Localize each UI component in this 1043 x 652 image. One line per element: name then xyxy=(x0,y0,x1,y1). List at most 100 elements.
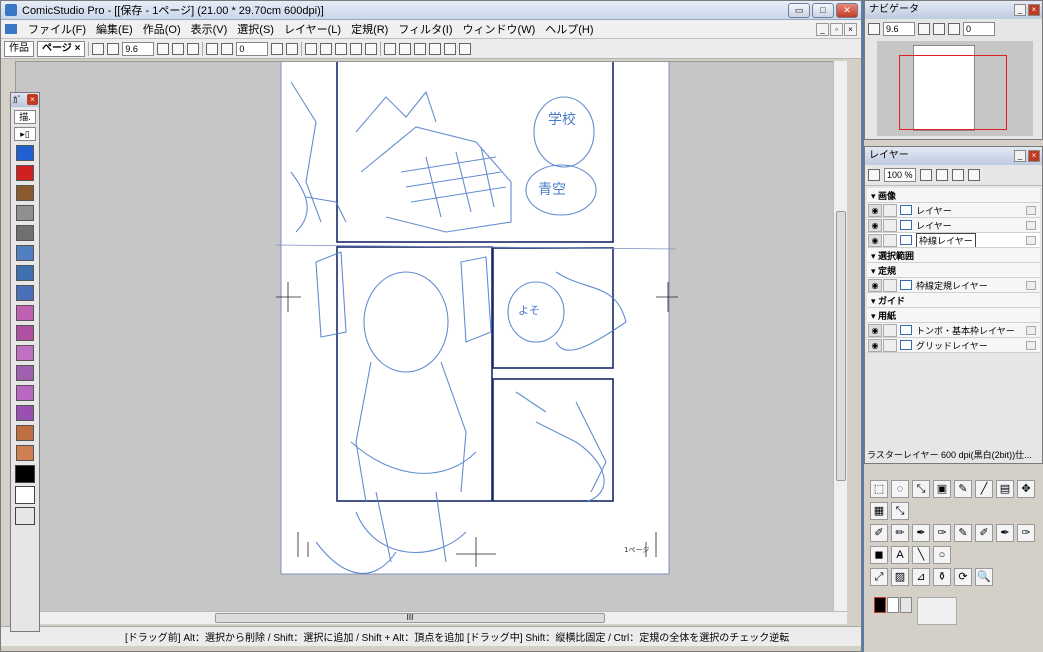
navigator-preview[interactable] xyxy=(877,41,1033,136)
rotate-right-icon[interactable] xyxy=(221,42,234,55)
snap-frame-icon[interactable] xyxy=(350,42,363,55)
layer-opacity-input[interactable]: 100 % xyxy=(884,168,916,182)
pen-preset[interactable] xyxy=(16,345,34,361)
visibility-eye-icon[interactable]: ◉ xyxy=(868,203,882,217)
tool-button[interactable]: ▨ xyxy=(891,568,909,586)
zoom-out-icon[interactable] xyxy=(187,42,200,55)
pen-preset[interactable] xyxy=(16,225,34,241)
navigator-close-icon[interactable]: × xyxy=(1028,4,1040,16)
delete-layer-icon[interactable] xyxy=(952,169,964,181)
document-icon[interactable] xyxy=(5,24,17,34)
color-swatch[interactable] xyxy=(15,507,35,525)
tool-button[interactable]: ◼ xyxy=(870,546,888,564)
tool-button[interactable]: ✒ xyxy=(996,524,1014,542)
pen-preset[interactable] xyxy=(16,365,34,381)
tool-button[interactable]: A xyxy=(891,546,909,564)
palette-menu-icon[interactable]: ▸▯ xyxy=(14,127,36,141)
canvas-area[interactable]: 学校 青空 よそ 1ページ xyxy=(15,61,847,612)
ruler-icon[interactable] xyxy=(444,42,457,55)
pen-icon[interactable] xyxy=(384,42,397,55)
manuscript-page[interactable]: 学校 青空 よそ 1ページ xyxy=(16,62,847,612)
tool-button[interactable]: ▤ xyxy=(996,480,1014,498)
transparent-swatch[interactable] xyxy=(900,597,912,613)
layer-minimize-icon[interactable]: _ xyxy=(1014,150,1026,162)
main-color-swatch[interactable] xyxy=(874,597,886,613)
nav-fit-icon[interactable] xyxy=(868,23,880,35)
mdi-minimize-button[interactable]: _ xyxy=(816,23,829,36)
selection-icon[interactable] xyxy=(365,42,378,55)
tool-button[interactable]: 🔍 xyxy=(975,568,993,586)
tool-button[interactable]: ⤡ xyxy=(912,480,930,498)
new-folder-icon[interactable] xyxy=(936,169,948,181)
tool-button[interactable]: ▣ xyxy=(933,480,951,498)
minimize-button[interactable]: ▭ xyxy=(788,3,810,18)
layer-row[interactable]: ◉ 枠線レイヤー xyxy=(867,233,1040,248)
layer-option-icon[interactable] xyxy=(1026,205,1036,215)
layer-row[interactable]: ◉ 枠線定規レイヤー xyxy=(867,278,1040,293)
tool-button[interactable]: ⚱ xyxy=(933,568,951,586)
layer-lock-icon[interactable] xyxy=(883,203,897,217)
menu-filter[interactable]: フィルタ(I) xyxy=(393,21,457,37)
color-swatch[interactable] xyxy=(15,486,35,504)
tool-button[interactable]: ✎ xyxy=(954,480,972,498)
layer-group-row[interactable]: ▾ 定規 xyxy=(867,263,1040,278)
palette-close-icon[interactable]: × xyxy=(27,94,38,105)
grid-icon[interactable] xyxy=(429,42,442,55)
layer-row[interactable]: ◉ トンボ・基本枠レイヤー xyxy=(867,323,1040,338)
tool-button[interactable]: ◌ xyxy=(891,480,909,498)
tool-button[interactable]: ✒ xyxy=(912,524,930,542)
layer-option-icon[interactable] xyxy=(1026,220,1036,230)
visibility-eye-icon[interactable]: ◉ xyxy=(868,233,882,247)
menu-layer[interactable]: レイヤー(L) xyxy=(279,21,346,37)
tool-button[interactable]: ⟳ xyxy=(954,568,972,586)
rotate-view-icon[interactable] xyxy=(92,42,105,55)
tool-button[interactable]: ▦ xyxy=(870,502,888,520)
pen-preset[interactable] xyxy=(16,145,34,161)
tool-button[interactable]: ⬚ xyxy=(870,480,888,498)
nav-zoom-input[interactable]: 9.6 xyxy=(883,22,915,36)
new-layer-icon[interactable] xyxy=(920,169,932,181)
layer-lock-icon[interactable] xyxy=(883,338,897,352)
layer-close-icon[interactable]: × xyxy=(1028,150,1040,162)
menu-ruler[interactable]: 定規(R) xyxy=(346,21,393,37)
visibility-eye-icon[interactable]: ◉ xyxy=(868,278,882,292)
nav-rotate-left-icon[interactable] xyxy=(933,23,945,35)
pen-preset[interactable] xyxy=(16,205,34,221)
tool-button[interactable]: ✑ xyxy=(933,524,951,542)
layer-row[interactable]: ◉ グリッドレイヤー xyxy=(867,338,1040,353)
brush-type-dropdown[interactable]: 描. xyxy=(14,110,36,124)
pen-preset[interactable] xyxy=(16,325,34,341)
mdi-restore-button[interactable]: ▫ xyxy=(830,23,843,36)
nav-angle-input[interactable]: 0 xyxy=(963,22,995,36)
visibility-eye-icon[interactable]: ◉ xyxy=(868,323,882,337)
tool-button[interactable]: ⤡ xyxy=(891,502,909,520)
navigator-minimize-icon[interactable]: _ xyxy=(1014,4,1026,16)
pen-preset[interactable] xyxy=(16,305,34,321)
menu-file[interactable]: ファイル(F) xyxy=(23,21,91,37)
color-swatch[interactable] xyxy=(15,465,35,483)
tool-button[interactable]: ○ xyxy=(933,546,951,564)
layer-option-icon[interactable] xyxy=(1026,340,1036,350)
tool-button[interactable]: ✥ xyxy=(1017,480,1035,498)
zoom-menu-icon[interactable] xyxy=(157,42,170,55)
flip-vertical-icon[interactable] xyxy=(286,42,299,55)
tool-button[interactable]: ╱ xyxy=(975,480,993,498)
tone-icon[interactable] xyxy=(414,42,427,55)
layer-row[interactable]: ◉ レイヤー xyxy=(867,203,1040,218)
fill-icon[interactable] xyxy=(399,42,412,55)
mdi-close-button[interactable]: × xyxy=(844,23,857,36)
layer-option-icon[interactable] xyxy=(1026,235,1036,245)
tab-story[interactable]: 作品 xyxy=(4,40,34,57)
snap-grid-icon[interactable] xyxy=(320,42,333,55)
menu-story[interactable]: 作品(O) xyxy=(138,21,186,37)
layer-group-row[interactable]: ▾ 選択範囲 xyxy=(867,248,1040,263)
menu-edit[interactable]: 編集(E) xyxy=(91,21,138,37)
layer-property-icon[interactable] xyxy=(868,169,880,181)
visibility-eye-icon[interactable]: ◉ xyxy=(868,338,882,352)
tool-button[interactable]: ⤢ xyxy=(870,568,888,586)
vertical-scroll-thumb[interactable] xyxy=(836,211,846,481)
menu-window[interactable]: ウィンドウ(W) xyxy=(458,21,541,37)
layer-lock-icon[interactable] xyxy=(883,233,897,247)
tool-button[interactable]: ✑ xyxy=(1017,524,1035,542)
tool-button[interactable]: ✏ xyxy=(891,524,909,542)
